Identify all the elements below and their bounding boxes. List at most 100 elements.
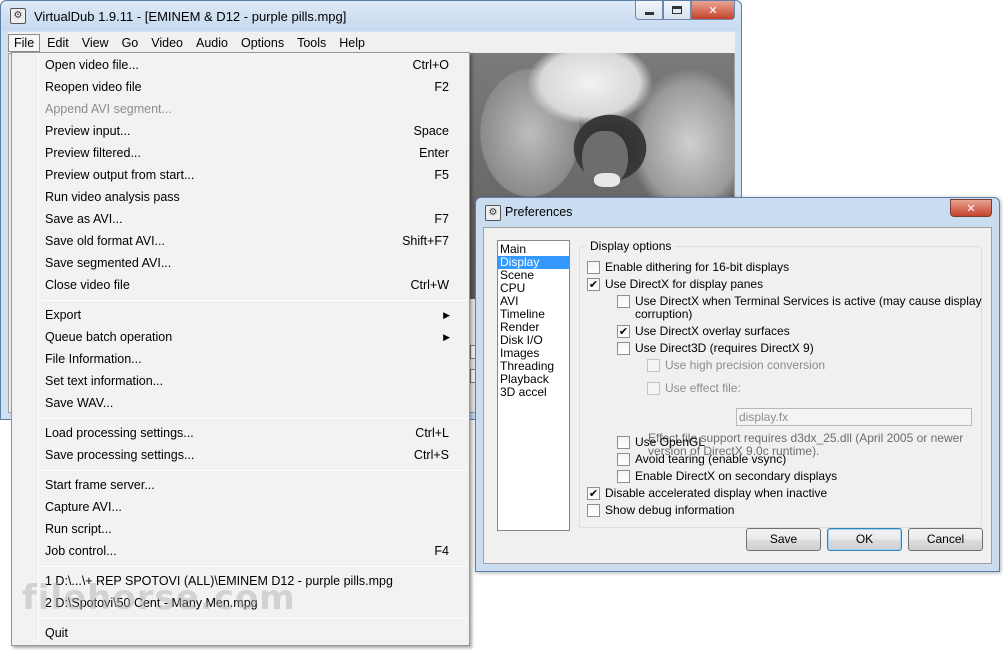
- menu-item-capture-avi[interactable]: Capture AVI...: [45, 497, 459, 517]
- menu-item-set-text-information[interactable]: Set text information...: [45, 371, 459, 391]
- menu-item-label: Queue batch operation: [45, 330, 173, 344]
- file-menu-dropdown: Open video file... Ctrl+O Reopen video fi…: [11, 52, 470, 646]
- menu-item-shortcut: F5: [434, 168, 449, 182]
- menu-help[interactable]: Help: [333, 34, 371, 52]
- menu-item-label: Append AVI segment...: [45, 102, 172, 116]
- checkbox: [647, 382, 660, 395]
- menu-item-save-as-avi[interactable]: Save as AVI... F7: [45, 209, 459, 229]
- checkbox-checked[interactable]: ✔: [587, 487, 600, 500]
- menu-options[interactable]: Options: [235, 34, 290, 52]
- save-button[interactable]: Save: [746, 528, 821, 551]
- submenu-arrow-icon: ▶: [443, 332, 450, 342]
- menu-item-label: Job control...: [45, 544, 117, 558]
- option-label: Use DirectX for display panes: [605, 277, 764, 291]
- menu-separator: [42, 470, 467, 471]
- menu-file[interactable]: File: [8, 33, 41, 52]
- menu-item-file-information[interactable]: File Information...: [45, 349, 459, 369]
- menu-tools[interactable]: Tools: [291, 34, 332, 52]
- app-icon[interactable]: ⚙: [10, 8, 26, 24]
- category-list[interactable]: Main Display Scene CPU AVI Timeline Rend…: [497, 240, 570, 531]
- minimize-button[interactable]: [635, 1, 663, 20]
- close-icon: ✕: [966, 201, 976, 215]
- menu-item-save-segmented-avi[interactable]: Save segmented AVI...: [45, 253, 459, 273]
- menu-edit[interactable]: Edit: [41, 34, 75, 52]
- menu-item-save-wav[interactable]: Save WAV...: [45, 393, 459, 413]
- checkbox-checked[interactable]: ✔: [587, 278, 600, 291]
- menu-item-label: 2 D:\Spotovi\50 Cent - Many Men.mpg: [45, 596, 258, 610]
- menu-go[interactable]: Go: [116, 34, 145, 52]
- menu-item-queue-batch-operation[interactable]: Queue batch operation ▶: [45, 327, 459, 347]
- menu-item-label: Quit: [45, 626, 68, 640]
- menu-item-shortcut: Space: [413, 124, 449, 138]
- checkbox[interactable]: [587, 504, 600, 517]
- menu-item-label: Preview input...: [45, 124, 131, 138]
- menu-item-label: Capture AVI...: [45, 500, 122, 514]
- menu-item-shortcut: F2: [434, 80, 449, 94]
- menu-separator: [42, 418, 467, 419]
- menu-item-shortcut: Enter: [419, 146, 449, 160]
- checkbox[interactable]: [617, 436, 630, 449]
- maximize-button[interactable]: [663, 1, 691, 20]
- menu-audio[interactable]: Audio: [190, 34, 234, 52]
- menu-item-label: Save processing settings...: [45, 448, 195, 462]
- checkbox[interactable]: [617, 342, 630, 355]
- option-label: Disable accelerated display when inactiv…: [605, 486, 828, 500]
- menu-item-preview-input[interactable]: Preview input... Space: [45, 121, 459, 141]
- menu-item-label: Close video file: [45, 278, 130, 292]
- menu-item-recent-file-2[interactable]: 2 D:\Spotovi\50 Cent - Many Men.mpg: [45, 593, 459, 613]
- menu-icon-gutter: [38, 55, 39, 643]
- dialog-body: Main Display Scene CPU AVI Timeline Rend…: [483, 227, 992, 564]
- dialog-close-button[interactable]: ✕: [950, 199, 992, 217]
- menu-item-label: Start frame server...: [45, 478, 155, 492]
- menu-item-shortcut: Ctrl+S: [413, 448, 449, 462]
- checkbox[interactable]: [617, 295, 630, 308]
- dialog-title: Preferences: [505, 205, 573, 219]
- menu-item-label: Save old format AVI...: [45, 234, 165, 248]
- close-button[interactable]: ✕: [691, 1, 735, 20]
- menu-item-quit[interactable]: Quit: [45, 623, 459, 643]
- menu-item-label: Preview output from start...: [45, 168, 195, 182]
- menu-separator: [42, 566, 467, 567]
- option-label-continued: corruption): [635, 307, 693, 321]
- menu-item-reopen-video-file[interactable]: Reopen video file F2: [45, 77, 459, 97]
- checkbox[interactable]: [617, 470, 630, 483]
- menu-item-open-video-file[interactable]: Open video file... Ctrl+O: [45, 55, 459, 75]
- option-label: Enable dithering for 16-bit displays: [605, 260, 790, 274]
- menu-item-job-control[interactable]: Job control... F4: [45, 541, 459, 561]
- menu-item-save-processing-settings[interactable]: Save processing settings... Ctrl+S: [45, 445, 459, 465]
- minimize-icon: [644, 11, 654, 15]
- cancel-button[interactable]: Cancel: [908, 528, 983, 551]
- menu-item-label: File Information...: [45, 352, 142, 366]
- category-3d-accel[interactable]: 3D accel: [498, 386, 569, 399]
- menu-item-recent-file-1[interactable]: 1 D:\...\+ REP SPOTOVI (ALL)\EMINEM D12 …: [45, 571, 459, 591]
- menu-video[interactable]: Video: [145, 34, 189, 52]
- menu-item-close-video-file[interactable]: Close video file Ctrl+W: [45, 275, 459, 295]
- menu-item-shortcut: F7: [434, 212, 449, 226]
- title-bar[interactable]: ⚙ VirtualDub 1.9.11 - [EMINEM & D12 - pu…: [1, 1, 741, 31]
- menu-separator: [42, 300, 467, 301]
- caption-buttons: ✕: [635, 1, 735, 20]
- option-label: Use Direct3D (requires DirectX 9): [635, 341, 814, 355]
- menu-item-run-video-analysis[interactable]: Run video analysis pass: [45, 187, 459, 207]
- option-label: Avoid tearing (enable vsync): [635, 452, 787, 466]
- checkbox[interactable]: [587, 261, 600, 274]
- checkbox-checked[interactable]: ✔: [617, 325, 630, 338]
- menu-item-load-processing-settings[interactable]: Load processing settings... Ctrl+L: [45, 423, 459, 443]
- menu-item-preview-output[interactable]: Preview output from start... F5: [45, 165, 459, 185]
- checkbox[interactable]: [617, 453, 630, 466]
- menu-item-label: Open video file...: [45, 58, 139, 72]
- menu-item-label: Run video analysis pass: [45, 190, 180, 204]
- menu-view[interactable]: View: [76, 34, 115, 52]
- ok-button[interactable]: OK: [827, 528, 902, 551]
- option-label: Use high precision conversion: [665, 358, 826, 372]
- menu-item-save-old-format-avi[interactable]: Save old format AVI... Shift+F7: [45, 231, 459, 251]
- menu-item-run-script[interactable]: Run script...: [45, 519, 459, 539]
- menu-item-start-frame-server[interactable]: Start frame server...: [45, 475, 459, 495]
- menu-item-label: Reopen video file: [45, 80, 142, 94]
- maximize-icon: [672, 6, 682, 14]
- menu-item-export[interactable]: Export ▶: [45, 305, 459, 325]
- menu-item-preview-filtered[interactable]: Preview filtered... Enter: [45, 143, 459, 163]
- menu-bar: File Edit View Go Video Audio Options To…: [8, 32, 735, 53]
- option-label: Use DirectX overlay surfaces: [635, 324, 790, 338]
- menu-item-label: Run script...: [45, 522, 112, 536]
